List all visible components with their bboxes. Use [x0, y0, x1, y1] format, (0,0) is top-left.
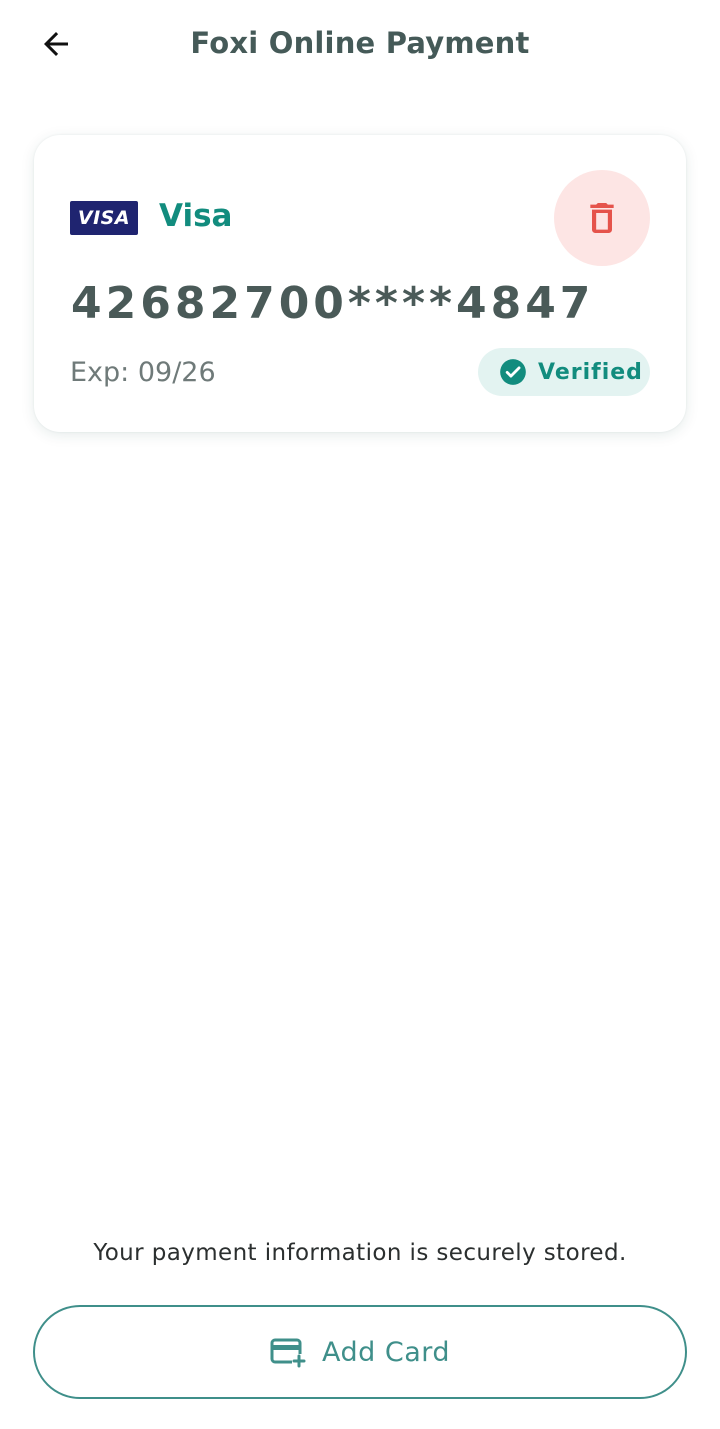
- add-card-label: Add Card: [321, 1336, 451, 1368]
- verified-label: Verified: [538, 359, 643, 385]
- app-header: Foxi Online Payment: [0, 0, 720, 90]
- credit-card-plus-icon: [270, 1338, 306, 1368]
- payment-card: VISA Visa 42682700****4847 Exp: 09/26 Ve…: [34, 135, 686, 432]
- secure-storage-note: Your payment information is securely sto…: [93, 1240, 627, 1266]
- visa-logo: VISA: [70, 201, 138, 235]
- trash-icon: [590, 203, 614, 233]
- card-expiry: Exp: 09/26: [70, 357, 216, 388]
- delete-card-button[interactable]: [554, 170, 650, 266]
- page-title: Foxi Online Payment: [190, 26, 530, 60]
- verified-badge: Verified: [478, 348, 650, 396]
- add-card-button[interactable]: Add Card: [33, 1305, 687, 1399]
- card-brand-name: Visa: [159, 198, 233, 234]
- check-circle-icon: [500, 359, 526, 385]
- card-number: 42682700****4847: [71, 278, 595, 329]
